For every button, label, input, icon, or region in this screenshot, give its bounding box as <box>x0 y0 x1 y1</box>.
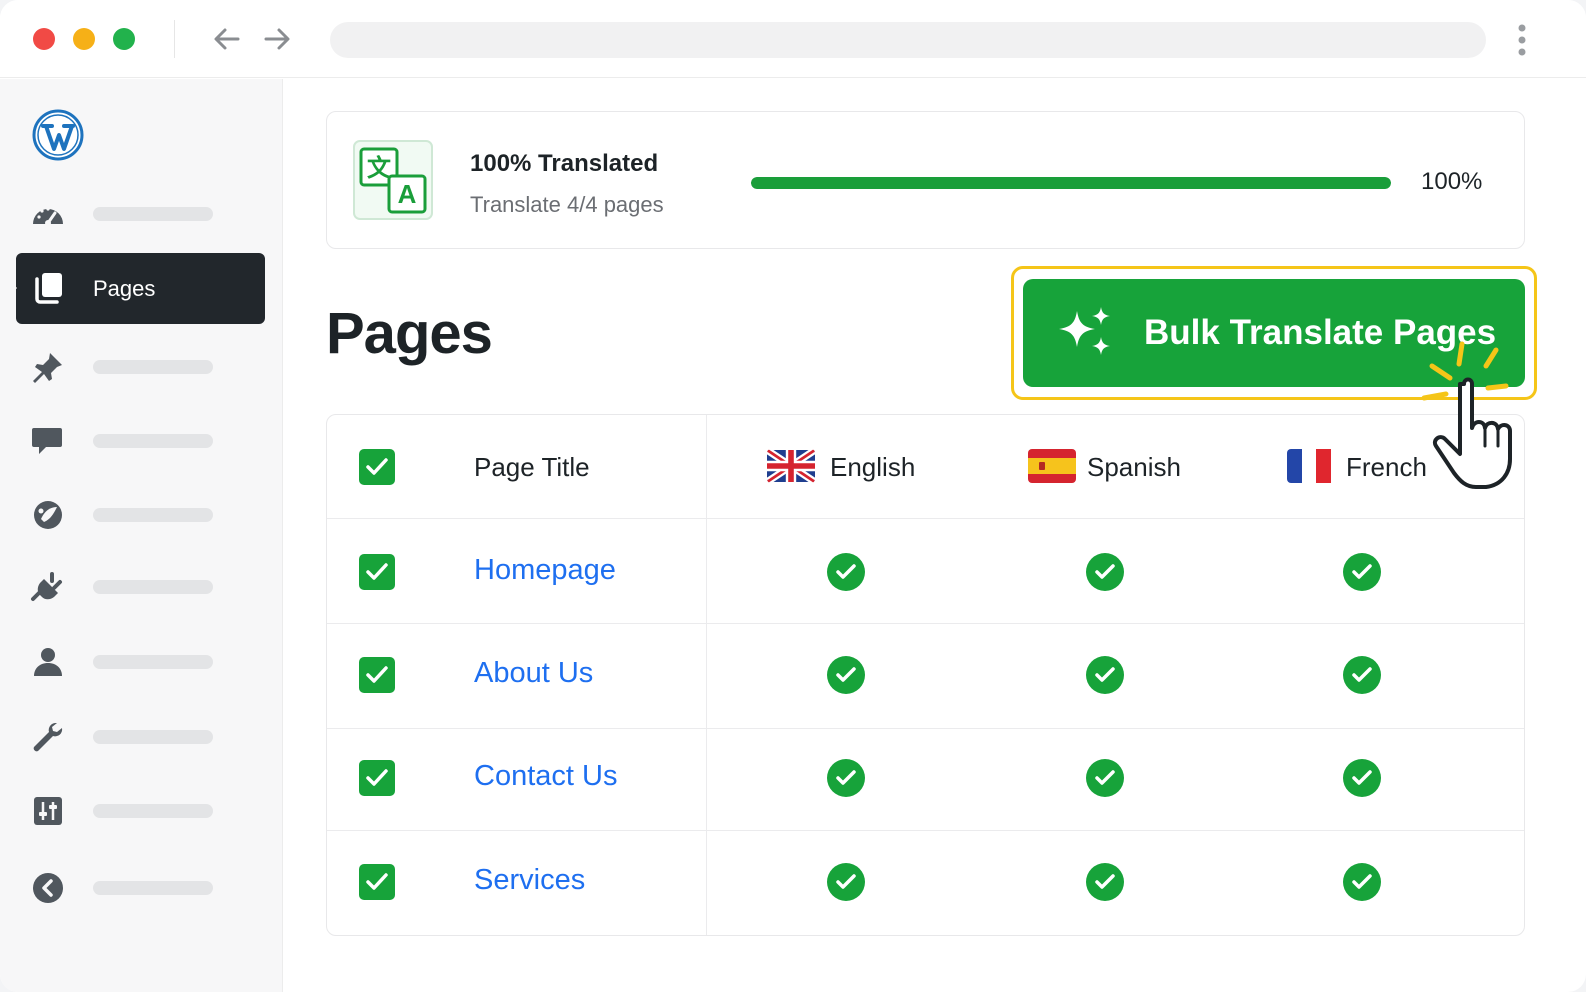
progress-subtitle: Translate 4/4 pages <box>470 192 664 217</box>
row-checkbox[interactable] <box>359 554 395 590</box>
table-row: Homepage <box>327 520 1524 624</box>
page-link-contact-us[interactable]: Contact Us <box>474 760 617 793</box>
minimize-window-button[interactable] <box>73 28 95 50</box>
user-icon <box>30 646 66 678</box>
address-bar[interactable] <box>330 22 1486 58</box>
sidebar-item-appearance[interactable] <box>0 493 283 537</box>
sidebar-placeholder-label <box>93 207 213 221</box>
progress-bar <box>751 177 1391 189</box>
sidebar-item-pages[interactable]: Pages <box>16 253 265 324</box>
sidebar-placeholder-label <box>93 508 213 522</box>
sidebar-placeholder-label <box>93 360 213 374</box>
pointer-hand-cursor-icon <box>1418 336 1550 496</box>
sidebar-item-collapse[interactable] <box>0 866 283 910</box>
dashboard-icon <box>30 198 66 230</box>
translated-check-icon <box>1343 759 1381 797</box>
pin-icon <box>30 351 66 383</box>
sidebar-item-posts[interactable] <box>0 345 283 389</box>
header-english: English <box>830 452 916 482</box>
back-arrow-icon[interactable] <box>210 22 244 56</box>
maximize-window-button[interactable] <box>113 28 135 50</box>
sidebar-item-tools[interactable] <box>0 715 283 759</box>
admin-sidebar: Pages <box>0 79 283 992</box>
wordpress-logo-icon[interactable] <box>32 109 84 161</box>
forward-arrow-icon[interactable] <box>260 22 294 56</box>
table-row: Contact Us <box>327 727 1524 831</box>
header-page-title: Page Title <box>474 452 590 482</box>
page-link-services[interactable]: Services <box>474 864 585 897</box>
table-row: Services <box>327 831 1524 935</box>
page-title: Pages <box>326 301 493 366</box>
settings-icon <box>30 795 66 827</box>
translated-check-icon <box>1343 553 1381 591</box>
translated-check-icon <box>1343 863 1381 901</box>
sidebar-item-plugins[interactable] <box>0 565 283 609</box>
translate-icon: 文 A <box>353 140 433 220</box>
browser-window: Pages 文 A 100% Translated Translate 4/4 … <box>0 0 1586 992</box>
row-checkbox[interactable] <box>359 657 395 693</box>
svg-text:A: A <box>398 179 417 209</box>
france-flag-icon <box>1287 449 1335 483</box>
translated-check-icon <box>1343 656 1381 694</box>
pages-table: Page Title English Spanish French Homepa… <box>326 414 1525 936</box>
comment-icon <box>30 425 66 457</box>
translated-check-icon <box>1086 759 1124 797</box>
sidebar-placeholder-label <box>93 580 213 594</box>
progress-percent: 100% <box>1421 168 1483 195</box>
sidebar-item-settings[interactable] <box>0 789 283 833</box>
row-checkbox[interactable] <box>359 864 395 900</box>
sidebar-placeholder-label <box>93 881 213 895</box>
header-french: French <box>1346 452 1427 482</box>
translated-check-icon <box>1086 656 1124 694</box>
pages-icon <box>32 271 66 305</box>
collapse-icon <box>30 872 66 904</box>
sidebar-item-label: Pages <box>93 276 156 301</box>
sidebar-placeholder-label <box>93 730 213 744</box>
browser-titlebar <box>0 0 1586 78</box>
sparkles-icon <box>1055 305 1115 361</box>
titlebar-divider <box>174 20 175 58</box>
progress-title: 100% Translated <box>470 150 659 177</box>
sidebar-item-users[interactable] <box>0 640 283 684</box>
table-row: About Us <box>327 625 1524 729</box>
header-spanish: Spanish <box>1087 452 1181 482</box>
appearance-icon <box>30 499 66 531</box>
row-checkbox[interactable] <box>359 760 395 796</box>
spain-flag-icon <box>1028 449 1076 483</box>
sidebar-placeholder-label <box>93 655 213 669</box>
translated-check-icon <box>827 553 865 591</box>
translated-check-icon <box>1086 553 1124 591</box>
sidebar-placeholder-label <box>93 434 213 448</box>
sidebar-item-dashboard[interactable] <box>0 192 283 236</box>
progress-bar-fill <box>751 177 1391 189</box>
translation-progress-card: 文 A 100% Translated Translate 4/4 pages … <box>326 111 1525 249</box>
translated-check-icon <box>1086 863 1124 901</box>
table-header-row: Page Title English Spanish French <box>327 415 1524 519</box>
translated-check-icon <box>827 656 865 694</box>
sidebar-placeholder-label <box>93 804 213 818</box>
uk-flag-icon <box>767 449 815 483</box>
translated-check-icon <box>827 863 865 901</box>
sidebar-item-comments[interactable] <box>0 419 283 463</box>
close-window-button[interactable] <box>33 28 55 50</box>
select-all-checkbox[interactable] <box>359 449 395 485</box>
plugin-icon <box>30 571 66 603</box>
translated-check-icon <box>827 759 865 797</box>
more-options-icon[interactable] <box>1512 22 1532 58</box>
page-link-about-us[interactable]: About Us <box>474 657 593 690</box>
tools-icon <box>30 721 66 753</box>
page-link-homepage[interactable]: Homepage <box>474 554 616 587</box>
